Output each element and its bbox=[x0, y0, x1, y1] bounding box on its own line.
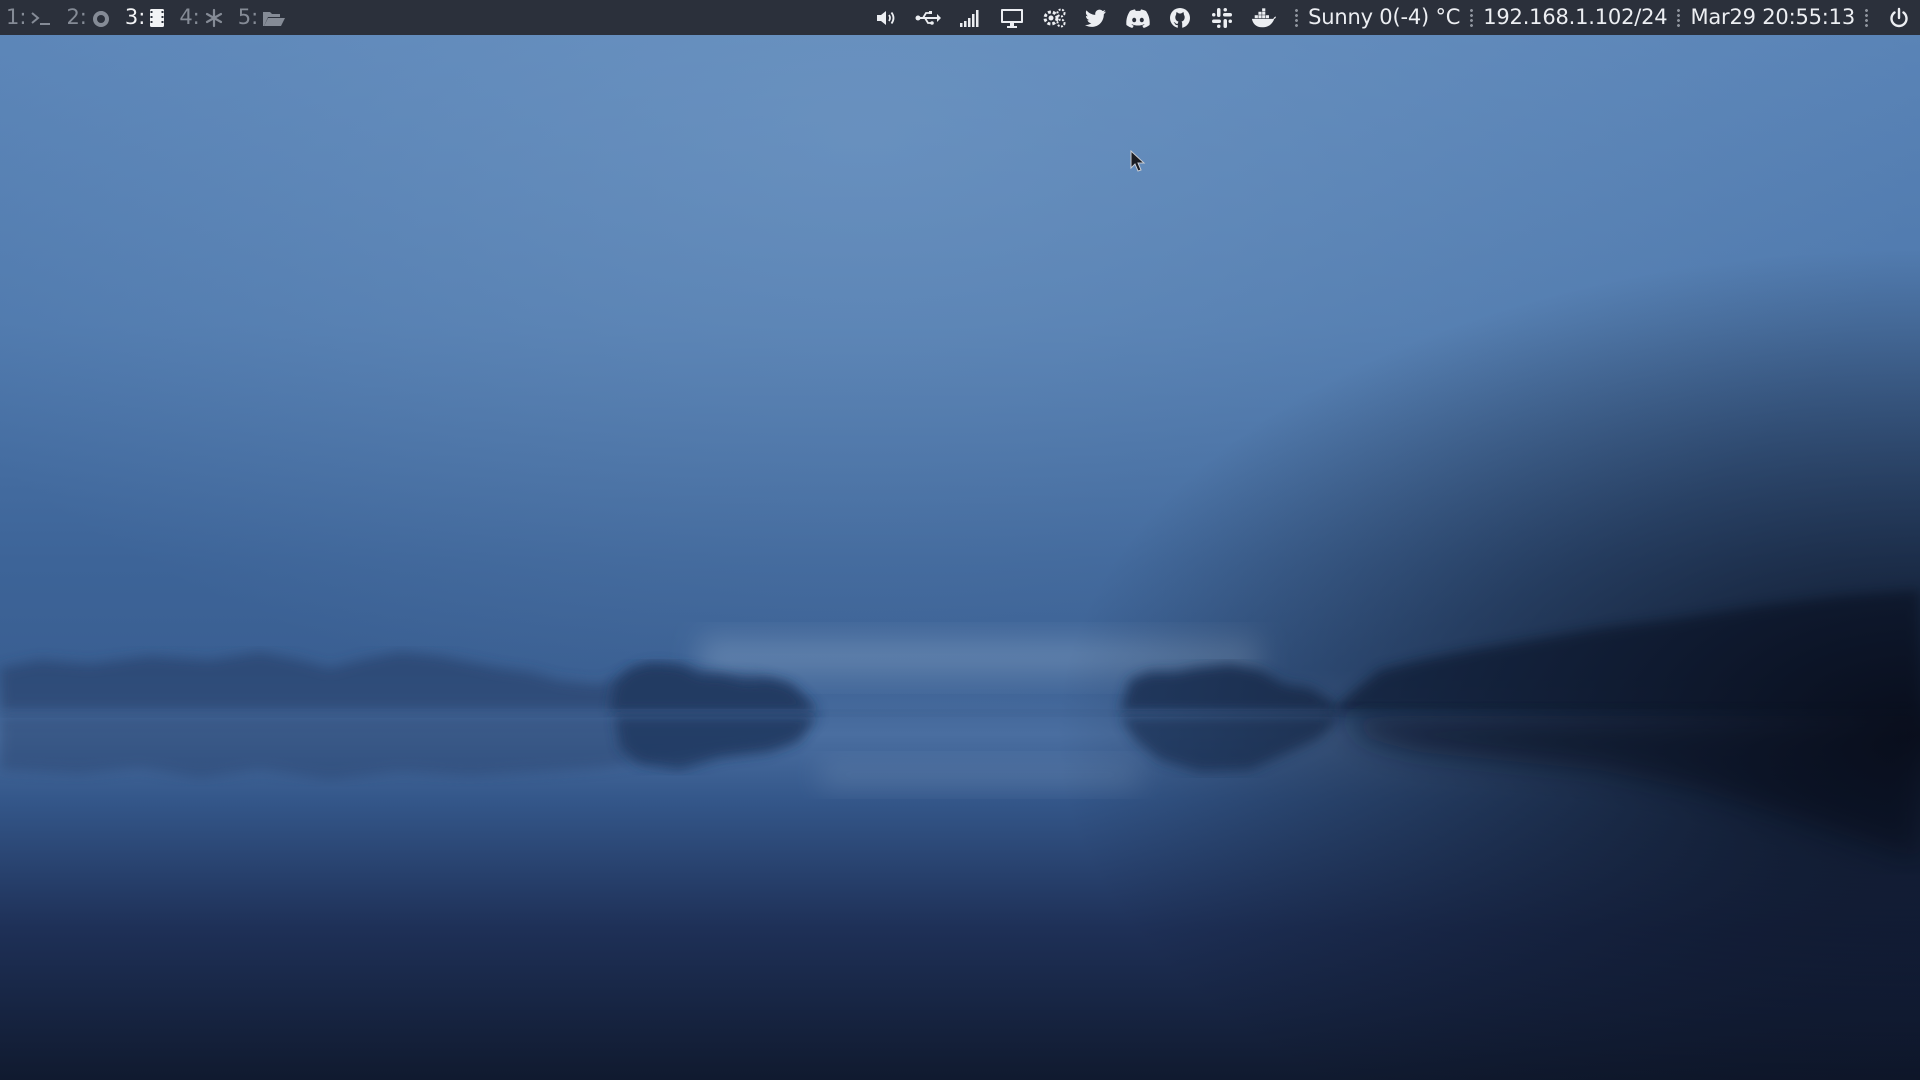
docker-icon[interactable] bbox=[1251, 5, 1277, 31]
workspace-1-label: 1: bbox=[6, 5, 27, 29]
tray-separator bbox=[1677, 7, 1681, 28]
workspace-2[interactable]: 2: bbox=[66, 0, 110, 35]
workspace-4[interactable]: 4: bbox=[179, 0, 223, 35]
slack-icon[interactable] bbox=[1209, 5, 1235, 31]
workspace-2-label: 2: bbox=[66, 5, 87, 29]
settings-icon[interactable] bbox=[1041, 5, 1067, 31]
film-icon bbox=[149, 8, 165, 28]
wallpaper bbox=[0, 0, 1920, 1080]
usb-icon[interactable] bbox=[915, 5, 942, 31]
workspace-5[interactable]: 5: bbox=[238, 0, 286, 35]
github-icon[interactable] bbox=[1167, 5, 1193, 31]
tray-separator bbox=[1865, 7, 1868, 28]
desktop[interactable]: 1: 2: 3: 4: 5: Sunny 0(-4) °C 192.168.1.… bbox=[0, 0, 1920, 1080]
top-bar: 1: 2: 3: 4: 5: Sunny 0(-4) °C 192.168.1.… bbox=[0, 0, 1920, 35]
twitter-icon[interactable] bbox=[1083, 5, 1109, 31]
tray-separator bbox=[1295, 7, 1299, 28]
workspace-5-label: 5: bbox=[237, 5, 259, 29]
workspace-3-label: 3: bbox=[124, 5, 146, 29]
firefox-icon bbox=[91, 8, 111, 28]
workspace-1[interactable]: 1: bbox=[6, 0, 52, 35]
workspace-3[interactable]: 3: bbox=[125, 0, 165, 35]
tray-separator bbox=[1470, 7, 1474, 28]
mouse-pointer-icon bbox=[1130, 150, 1146, 172]
monitor-icon[interactable] bbox=[999, 5, 1025, 31]
snowflake-icon bbox=[204, 8, 224, 28]
workspace-switcher: 1: 2: 3: 4: 5: bbox=[6, 0, 300, 35]
clock[interactable]: Mar29 20:55:13 bbox=[1690, 0, 1855, 35]
weather-status[interactable]: Sunny 0(-4) °C bbox=[1308, 0, 1460, 35]
signal-icon[interactable] bbox=[957, 5, 983, 31]
ip-address-status[interactable]: 192.168.1.102/24 bbox=[1483, 0, 1667, 35]
terminal-icon bbox=[30, 9, 52, 27]
power-icon[interactable] bbox=[1886, 5, 1912, 31]
workspace-4-label: 4: bbox=[179, 5, 200, 29]
discord-icon[interactable] bbox=[1125, 5, 1151, 31]
folder-open-icon bbox=[262, 8, 286, 28]
volume-icon[interactable] bbox=[873, 5, 899, 31]
status-tray: Sunny 0(-4) °C 192.168.1.102/24 Mar29 20… bbox=[865, 0, 1914, 35]
